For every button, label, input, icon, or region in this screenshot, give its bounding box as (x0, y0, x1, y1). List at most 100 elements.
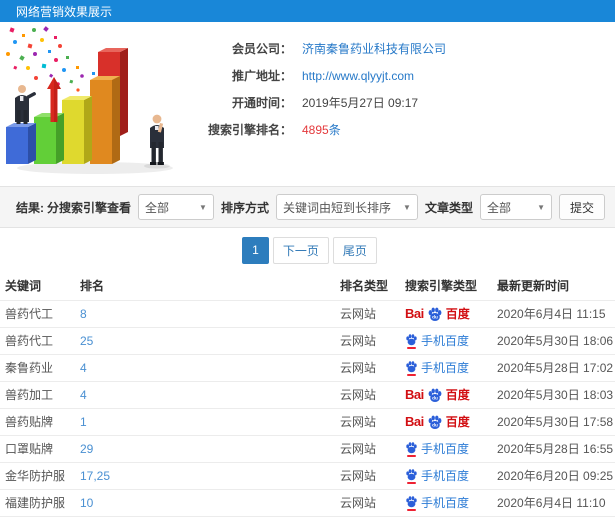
sort-select[interactable]: 关键词由短到长排序 ▼ (275, 194, 418, 220)
rank-link[interactable]: 25 (80, 334, 93, 348)
rank-type-cell: 云网站 (335, 326, 400, 354)
top-section: 会员公司： 济南秦鲁药业科技有限公司 推广地址： http://www.qlyy… (0, 22, 615, 186)
rank-type-text: 云网站 (340, 334, 377, 348)
baidu-paw-icon (406, 468, 417, 480)
rank-type-cell: 云网站 (335, 380, 400, 408)
rank-type-text: 云网站 (340, 415, 377, 429)
pagination: 1 下一页 尾页 (0, 228, 615, 272)
updated-text: 2020年6月4日 11:15 (497, 307, 606, 321)
marketing-report-page: 网络营销效果展示 会员公司： 济南秦鲁药业科技有限公司 推广地址： http:/… (0, 0, 615, 520)
keyword-cell: 兽药代工 (0, 299, 75, 327)
table-row-7: 金华防护服 17,25 云网站 手机百度 2020年6月20日 09:25 (0, 461, 615, 489)
engine-cell: 手机百度 (400, 326, 492, 354)
company-link[interactable]: 济南秦鲁药业科技有限公司 (302, 40, 446, 57)
baidu-mobile-text: 手机百度 (421, 334, 470, 348)
rank-cell: 4 (75, 380, 335, 408)
submit-button[interactable]: 提交 (558, 194, 605, 220)
rank-link[interactable]: 4 (80, 361, 87, 375)
rank-link[interactable]: 29 (80, 442, 93, 456)
header-rank-type: 排名类型 (340, 279, 389, 294)
baidu-paw-icon (406, 441, 417, 453)
chevron-down-icon: ▼ (403, 202, 411, 212)
next-page-button[interactable]: 下一页 (272, 236, 329, 264)
baidu-paw-icon (406, 360, 417, 372)
engine-rank-label: 搜索引擎排名： (207, 123, 292, 137)
baidu-paw-icon (406, 495, 417, 507)
svg-text:du: du (432, 395, 438, 400)
keyword-text: 兽药贴牌 (5, 415, 54, 429)
businessman-left-icon (15, 85, 36, 124)
table-row-6: 口罩贴牌 29 云网站 手机百度 2020年5月28日 16:55 (0, 434, 615, 462)
rank-type-text: 云网站 (340, 442, 377, 456)
header-keyword: 关键词 (5, 279, 42, 294)
rank-type-cell: 云网站 (335, 299, 400, 327)
updated-cell: 2020年5月28日 17:02 (492, 353, 615, 381)
keyword-text: 兽药加工 (5, 388, 54, 402)
baidu-bai-text: Bai (405, 414, 424, 429)
baidu-mobile-text: 手机百度 (421, 469, 470, 483)
rank-link[interactable]: 10 (80, 496, 93, 510)
engine-filter-label: 分搜索引擎查看 (46, 200, 131, 215)
last-page-button[interactable]: 尾页 (332, 236, 377, 264)
open-time-label: 开通时间： (231, 96, 292, 110)
updated-cell: 2020年6月4日 11:10 (492, 488, 615, 517)
baidu-pc-logo: Bai du 百度 (405, 386, 492, 403)
company-row: 会员公司： 济南秦鲁药业科技有限公司 (182, 35, 615, 62)
table-row-2: 兽药代工 25 云网站 手机百度 2020年5月30日 18:06 (0, 326, 615, 354)
article-type-select[interactable]: 全部 ▼ (479, 194, 552, 220)
engine-cell: 手机百度 (400, 434, 492, 462)
updated-cell: 2020年5月28日 16:55 (492, 434, 615, 462)
rank-link[interactable]: 17,25 (80, 469, 110, 483)
engine-cell: Bai du 百度 (400, 380, 492, 408)
title-bar: 网络营销效果展示 (0, 0, 615, 22)
engine-rank-value: 4895条 (302, 121, 341, 138)
promo-url-link[interactable]: http://www.qlyyjt.com (302, 69, 414, 83)
baidu-mobile-text: 手机百度 (421, 442, 470, 456)
marketing-clipart-image (0, 22, 182, 182)
businessman-right-icon (144, 114, 170, 169)
chevron-down-icon: ▼ (537, 202, 545, 212)
rank-link[interactable]: 8 (80, 307, 87, 321)
member-info: 会员公司： 济南秦鲁药业科技有限公司 推广地址： http://www.qlyy… (182, 22, 615, 186)
engine-cell: Bai du 百度 (400, 299, 492, 327)
baidu-paw-icon: du (428, 388, 442, 402)
article-type-label: 文章类型 (424, 200, 473, 215)
rank-type-text: 云网站 (340, 388, 377, 402)
bar-chart-clipart-icon (6, 26, 173, 174)
keyword-cell: 兽药贴牌 (0, 407, 75, 435)
results-label: 结果: (16, 200, 44, 215)
svg-text:du: du (432, 314, 438, 319)
baidu-pc-logo: Bai du 百度 (405, 305, 492, 322)
page-1-button[interactable]: 1 (242, 236, 269, 264)
baidu-bai-text: Bai (405, 387, 424, 402)
table-row-8: 福建防护服 10 云网站 手机百度 2020年6月4日 11:10 (0, 488, 615, 517)
updated-cell: 2020年6月4日 11:15 (492, 299, 615, 327)
open-time-row: 开通时间： 2019年5月27日 09:17 (182, 89, 615, 116)
baidu-mobile-paw-icon (405, 468, 418, 484)
baidu-cn-text: 百度 (445, 307, 470, 321)
page-title: 网络营销效果展示 (16, 4, 113, 19)
rank-type-text: 云网站 (340, 496, 377, 510)
keyword-cell: 福建防护服 (0, 488, 75, 517)
baidu-mobile-logo: 手机百度 (405, 332, 492, 349)
rank-link[interactable]: 1 (80, 415, 87, 429)
baidu-mobile-paw-icon (405, 441, 418, 457)
rank-type-cell: 云网站 (335, 488, 400, 517)
baidu-pc-logo: Bai du 百度 (405, 413, 492, 430)
baidu-mobile-text: 手机百度 (421, 361, 470, 375)
updated-text: 2020年5月30日 17:58 (497, 415, 614, 429)
engine-filter-select[interactable]: 全部 ▼ (137, 194, 214, 220)
rank-type-cell: 云网站 (335, 461, 400, 489)
rank-cell: 1 (75, 407, 335, 435)
rank-cell: 10 (75, 488, 335, 517)
rank-link[interactable]: 4 (80, 388, 87, 402)
engine-filter-value: 全部 (144, 200, 169, 215)
updated-cell: 2020年5月30日 17:58 (492, 407, 615, 435)
keyword-cell: 兽药代工 (0, 326, 75, 354)
engine-cell: 手机百度 (400, 488, 492, 517)
baidu-mobile-text: 手机百度 (421, 496, 470, 510)
updated-text: 2020年6月4日 11:10 (497, 496, 606, 510)
baidu-mobile-paw-icon (405, 495, 418, 511)
keyword-text: 金华防护服 (5, 469, 66, 483)
updated-cell: 2020年5月30日 18:03 (492, 380, 615, 408)
